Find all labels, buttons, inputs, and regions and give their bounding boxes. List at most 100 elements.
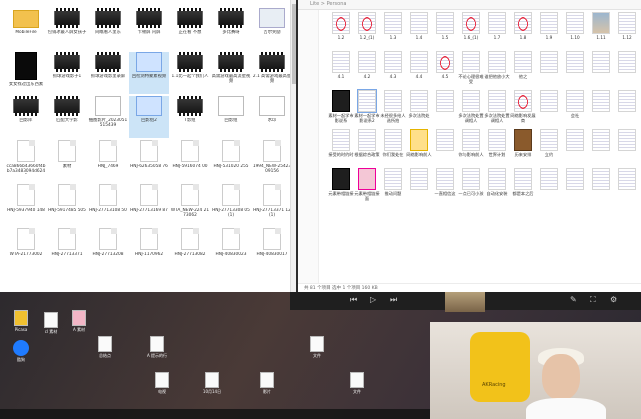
- desktop-icon[interactable]: 10月14日: [195, 372, 229, 399]
- file-item[interactable]: [588, 88, 614, 126]
- file-item[interactable]: 你们我处在: [380, 127, 406, 165]
- desktop-icon[interactable]: 总结点: [88, 336, 122, 363]
- file-item[interactable]: [588, 166, 614, 204]
- file-item[interactable]: 会社: [562, 88, 588, 126]
- file-item[interactable]: [614, 127, 640, 165]
- file-item[interactable]: 1.9: [536, 10, 562, 48]
- file-item[interactable]: 多次法院处置调相人: [458, 88, 484, 126]
- file-item[interactable]: 卡顿屏 闪屏: [129, 8, 169, 50]
- file-item[interactable]: 4.5: [432, 49, 458, 87]
- file-item[interactable]: 4.2: [354, 49, 380, 87]
- settings-icon[interactable]: ⚙: [610, 295, 617, 304]
- desktop-icon[interactable]: 文件: [300, 336, 334, 363]
- file-item[interactable]: 立约: [536, 127, 562, 165]
- file-item[interactable]: [536, 88, 562, 126]
- file-item[interactable]: 包销冰最人屏女孩子: [47, 8, 87, 50]
- file-item[interactable]: 一直相信这: [432, 166, 458, 204]
- file-item[interactable]: HNJ-27713108 50: [88, 184, 128, 226]
- file-item[interactable]: HNJ-531020 255: [211, 140, 251, 182]
- file-item[interactable]: 女女找过出东西素: [6, 52, 46, 94]
- file-item[interactable]: 4.4: [406, 49, 432, 87]
- file-item[interactable]: 元素带相链接: [328, 166, 354, 204]
- file-item[interactable]: HNJ_7469: [88, 140, 128, 182]
- file-item[interactable]: 1.2_(1): [354, 10, 380, 48]
- file-item[interactable]: [614, 166, 640, 204]
- file-item[interactable]: 1.6_(1): [458, 10, 484, 48]
- fullscreen-icon[interactable]: ⛶: [590, 295, 596, 305]
- desktop-icon[interactable]: A 素材: [62, 310, 96, 337]
- file-item[interactable]: T影组: [170, 96, 210, 138]
- file-item[interactable]: HNJ-27713308 05(1): [211, 184, 251, 226]
- desktop-icon[interactable]: Picasa: [4, 310, 38, 337]
- play-icon[interactable]: ▷: [370, 295, 376, 304]
- file-item[interactable]: 你与影响前人: [458, 127, 484, 165]
- file-item[interactable]: 多比赛呀: [211, 8, 251, 50]
- file-item[interactable]: 回影库: [6, 96, 46, 138]
- file-item[interactable]: 历来安排: [510, 127, 536, 165]
- file-item[interactable]: WTA_NEW-224 2173062: [170, 184, 210, 226]
- file-item[interactable]: 高需游戏最高流星视频: [211, 52, 251, 94]
- file-item[interactable]: [562, 166, 588, 204]
- file-item[interactable]: 他之: [510, 49, 536, 87]
- file-item[interactable]: 根据综合政策: [354, 127, 380, 165]
- file-item[interactable]: [406, 166, 432, 204]
- file-item[interactable]: 同瞧看人里东: [88, 8, 128, 50]
- file-item[interactable]: HNJ-40830017: [252, 228, 292, 270]
- file-item[interactable]: 4.1: [328, 49, 354, 87]
- file-item[interactable]: 抽图影片_2023051515439: [88, 96, 128, 138]
- file-item[interactable]: 正在看 不想: [170, 8, 210, 50]
- file-item[interactable]: 1.11: [588, 10, 614, 48]
- file-item[interactable]: 回影组2: [129, 96, 169, 138]
- desktop-icon[interactable]: A 提示的行: [140, 336, 174, 363]
- file-item[interactable]: HNJ-40830023: [211, 228, 251, 270]
- file-item[interactable]: 1.4: [406, 10, 432, 48]
- pen-icon[interactable]: ✎: [570, 295, 577, 304]
- file-item[interactable]: [614, 88, 640, 126]
- file-item[interactable]: 不论心理很难受: [458, 49, 484, 87]
- file-item[interactable]: 1.10: [562, 10, 588, 48]
- file-item[interactable]: 4.3: [380, 49, 406, 87]
- file-item[interactable]: 1.1比一起个我们人: [170, 52, 210, 94]
- file-item[interactable]: [562, 127, 588, 165]
- file-item[interactable]: HNJ-27713082: [170, 228, 210, 270]
- file-item[interactable]: HNJ-62635058 76: [129, 140, 169, 182]
- file-item[interactable]: 水印: [252, 96, 292, 138]
- file-item[interactable]: HNJ-5917485 505: [47, 184, 87, 226]
- file-item[interactable]: 抓球游戏影里录屏: [88, 52, 128, 94]
- file-item[interactable]: 多次法院处: [406, 88, 432, 126]
- file-item[interactable]: 1.7: [484, 10, 510, 48]
- file-item[interactable]: HNJ-27713371: [47, 228, 87, 270]
- file-item[interactable]: MobileFile: [6, 8, 46, 50]
- desktop-icon[interactable]: 电视: [145, 372, 179, 399]
- forward-icon[interactable]: ⏭: [390, 295, 397, 305]
- left-scrollbar-thumb[interactable]: [292, 4, 296, 84]
- file-item[interactable]: 1.3: [380, 10, 406, 48]
- file-item[interactable]: [536, 49, 562, 87]
- file-item[interactable]: 都是本之后: [510, 166, 536, 204]
- file-item[interactable]: 回检测特蒙素视频: [129, 52, 169, 94]
- file-item[interactable]: 素材一起学市影说系2: [354, 88, 380, 126]
- file-item[interactable]: WTA-21773002: [6, 228, 46, 270]
- file-item[interactable]: [588, 49, 614, 87]
- file-item[interactable]: 1.5: [432, 10, 458, 48]
- file-item[interactable]: cca866b43660f4bb7a3483094d6245: [6, 140, 46, 182]
- file-item[interactable]: 素材: [47, 140, 87, 182]
- file-item[interactable]: [432, 127, 458, 165]
- file-item[interactable]: 1.8: [510, 10, 536, 48]
- desktop-icon[interactable]: 文件: [340, 372, 374, 399]
- desktop-icon[interactable]: 酷狗: [4, 340, 38, 367]
- file-item[interactable]: 匹配大学影: [47, 96, 87, 138]
- desktop-icon[interactable]: 影片: [250, 372, 284, 399]
- file-item[interactable]: [562, 49, 588, 87]
- file-item[interactable]: 2.1 高需游戏最高星频: [252, 52, 292, 94]
- file-item[interactable]: HNJ-27713169 87: [129, 184, 169, 226]
- file-item[interactable]: 未经很多给人选所拍: [380, 88, 406, 126]
- file-item[interactable]: 推动问题: [380, 166, 406, 204]
- file-item[interactable]: 世界计划: [484, 127, 510, 165]
- file-item[interactable]: HNJ-27713208: [88, 228, 128, 270]
- file-item[interactable]: HNJ-5916074 00: [170, 140, 210, 182]
- back-icon[interactable]: ⏮: [350, 295, 357, 305]
- file-item[interactable]: 吉尔奖励: [252, 8, 292, 50]
- file-item[interactable]: 素材一起学市影说系: [328, 88, 354, 126]
- file-item[interactable]: 一点已可小孩: [458, 166, 484, 204]
